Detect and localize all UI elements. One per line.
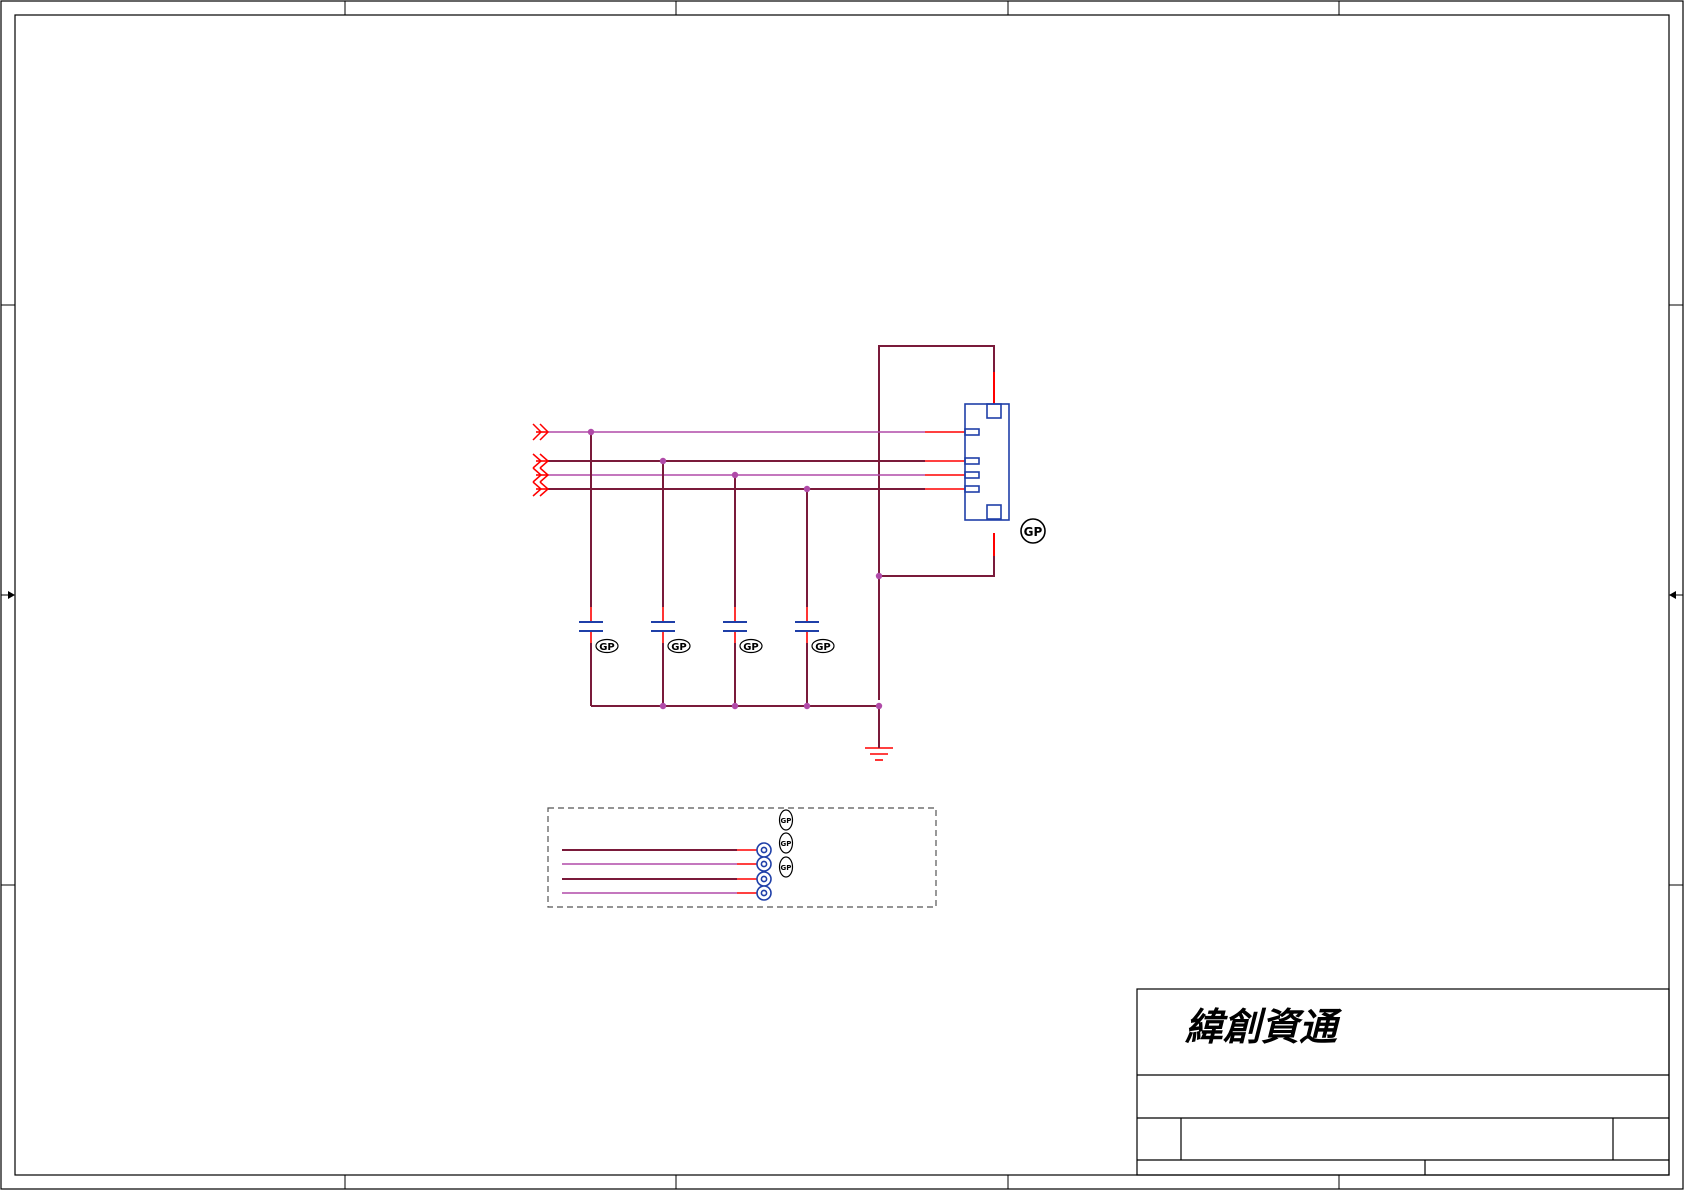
capacitor-pin-stubs [590,607,808,643]
signal-nets [548,431,925,490]
junction-dot [659,457,667,465]
capacitor-symbol-icon [579,621,603,632]
mounting-hole-mark: GP [778,809,794,831]
capacitor-mark: GP [739,638,763,654]
company-name: 緯創資通 [1185,1005,1343,1049]
mounting-hole-wires [562,849,757,894]
mounting-hole-icon [756,842,772,858]
centering-arrows [1,591,1683,599]
capacitor-mark-text: GP [743,642,759,653]
mounting-hole-mark-text: GP [781,864,792,872]
junction-dot [875,702,883,710]
zone-ticks [1,1,1683,1189]
shield-loop-net [878,345,995,700]
capacitor-mark-text: GP [815,642,831,653]
capacitor-symbol-icon [723,621,747,632]
capacitor-marks: GP GP GP GP [595,638,835,654]
capacitors [579,621,819,632]
ground-icon [865,747,893,761]
junction-dot [659,702,667,710]
mounting-holes-group-box [547,807,937,908]
capacitor-mark: GP [811,638,835,654]
connector-body [964,403,1010,521]
capacitor-mark-text: GP [599,642,615,653]
junction-dot [731,471,739,479]
inner-border [14,14,1670,1176]
off-page-connectors [532,423,550,497]
mounting-hole-marks: GP GP GP [778,809,794,878]
mounting-hole-mark: GP [778,856,794,878]
junction-dot [731,702,739,710]
mounting-hole-icon [756,885,772,901]
outer-border [0,0,1684,1190]
capacitor-mark: GP [667,638,691,654]
connector-mark: GP [1020,518,1046,544]
mounting-hole-mark-text: GP [781,840,792,848]
connector-mark-text: GP [1024,525,1043,539]
mounting-hole-mark-text: GP [781,817,792,825]
capacitor-symbol-icon [795,621,819,632]
sheet-frame [0,0,1684,1190]
capacitor-mark: GP [595,638,619,654]
junction-dot [803,485,811,493]
mounting-holes [756,842,772,901]
junction-dot [587,428,595,436]
capacitor-mark-text: GP [671,642,687,653]
junction-dot [875,572,883,580]
capacitor-branches [590,432,880,744]
junction-dot [803,702,811,710]
mounting-hole-icon [756,856,772,872]
capacitor-symbol-icon [651,621,675,632]
schematic-sheet: GP GP GP GP GP GP GP GP 緯創資通 [0,0,1684,1190]
mounting-hole-mark: GP [778,832,794,854]
mounting-hole-icon [756,871,772,887]
